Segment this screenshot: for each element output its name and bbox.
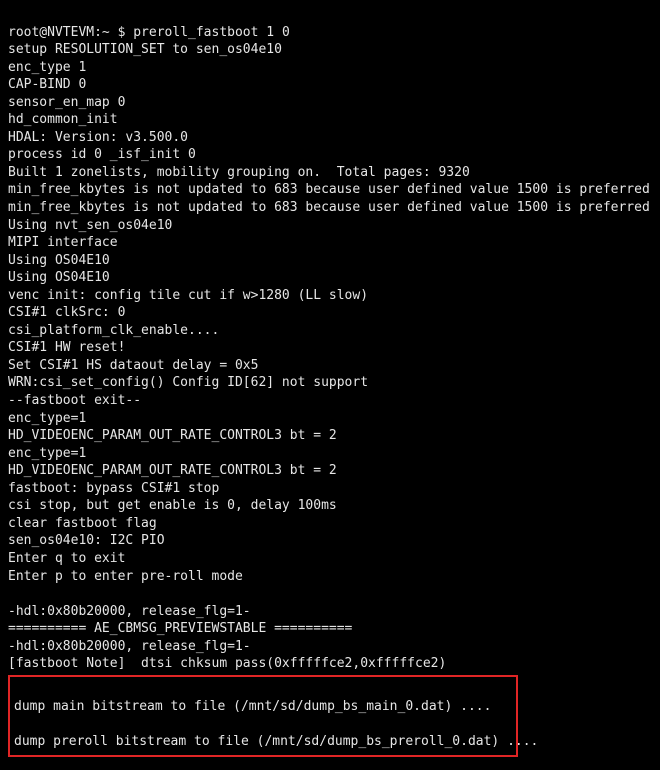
output-line: sensor_en_map 0 — [8, 95, 125, 110]
blank-line — [8, 585, 652, 603]
output-line: -hdl:0x80b20000, release_flg=1- — [8, 604, 251, 619]
output-line: Using nvt_sen_os04e10 — [8, 218, 172, 233]
output-line: min_free_kbytes is not updated to 683 be… — [8, 200, 650, 215]
output-line: fastboot: bypass CSI#1 stop — [8, 481, 219, 496]
output-line: dump preroll bitstream to file (/mnt/sd/… — [14, 734, 538, 749]
prompt-path: ~ — [102, 25, 110, 40]
output-line: Set CSI#1 HS dataout delay = 0x5 — [8, 358, 258, 373]
output-line: setup RESOLUTION_SET to sen_os04e10 — [8, 42, 282, 57]
prompt-symbol: $ — [118, 25, 126, 40]
output-line: WRN:csi_set_config() Config ID[62] not s… — [8, 375, 368, 390]
terminal-output[interactable]: root@NVTEVM:~ $ preroll_fastboot 1 0 set… — [0, 0, 660, 770]
prompt-command: preroll_fastboot 1 0 — [133, 25, 290, 40]
shell-prompt: root@NVTEVM:~ $ preroll_fastboot 1 0 — [8, 25, 290, 40]
output-line: Using OS04E10 — [8, 253, 110, 268]
output-line: MIPI interface — [8, 235, 118, 250]
output-line: --fastboot exit-- — [8, 393, 141, 408]
highlighted-dump-output: dump main bitstream to file (/mnt/sd/dum… — [8, 675, 518, 757]
output-line: Using OS04E10 — [8, 270, 110, 285]
output-line: min_free_kbytes is not updated to 683 be… — [8, 182, 650, 197]
prompt-user-host: root@NVTEVM — [8, 25, 94, 40]
output-line: clear fastboot flag — [8, 516, 157, 531]
output-line: csi stop, but get enable is 0, delay 100… — [8, 498, 337, 513]
output-line: [fastboot Note] dtsi chksum pass(0xfffff… — [8, 656, 446, 671]
output-line: enc_type=1 — [8, 411, 86, 426]
output-line: enc_type=1 — [8, 446, 86, 461]
output-line: CAP-BIND 0 — [8, 77, 86, 92]
output-line: Built 1 zonelists, mobility grouping on.… — [8, 165, 470, 180]
output-line: venc init: config tile cut if w>1280 (LL… — [8, 288, 368, 303]
output-line: HDAL: Version: v3.500.0 — [8, 130, 188, 145]
output-line: HD_VIDEOENC_PARAM_OUT_RATE_CONTROL3 bt =… — [8, 428, 337, 443]
output-line: CSI#1 clkSrc: 0 — [8, 305, 125, 320]
output-line: Enter p to enter pre-roll mode — [8, 569, 243, 584]
output-line: sen_os04e10: I2C PIO — [8, 533, 165, 548]
output-line: -hdl:0x80b20000, release_flg=1- — [8, 639, 251, 654]
output-line: HD_VIDEOENC_PARAM_OUT_RATE_CONTROL3 bt =… — [8, 463, 337, 478]
output-line: dump main bitstream to file (/mnt/sd/dum… — [14, 699, 491, 714]
output-line: CSI#1 HW reset! — [8, 340, 125, 355]
output-line: hd_common_init — [8, 112, 118, 127]
output-line: csi_platform_clk_enable.... — [8, 323, 219, 338]
output-line: Enter q to exit — [8, 551, 125, 566]
output-line: process id 0 _isf_init 0 — [8, 147, 196, 162]
output-line: ========== AE_CBMSG_PREVIEWSTABLE ======… — [8, 621, 352, 636]
output-line: enc_type 1 — [8, 60, 86, 75]
